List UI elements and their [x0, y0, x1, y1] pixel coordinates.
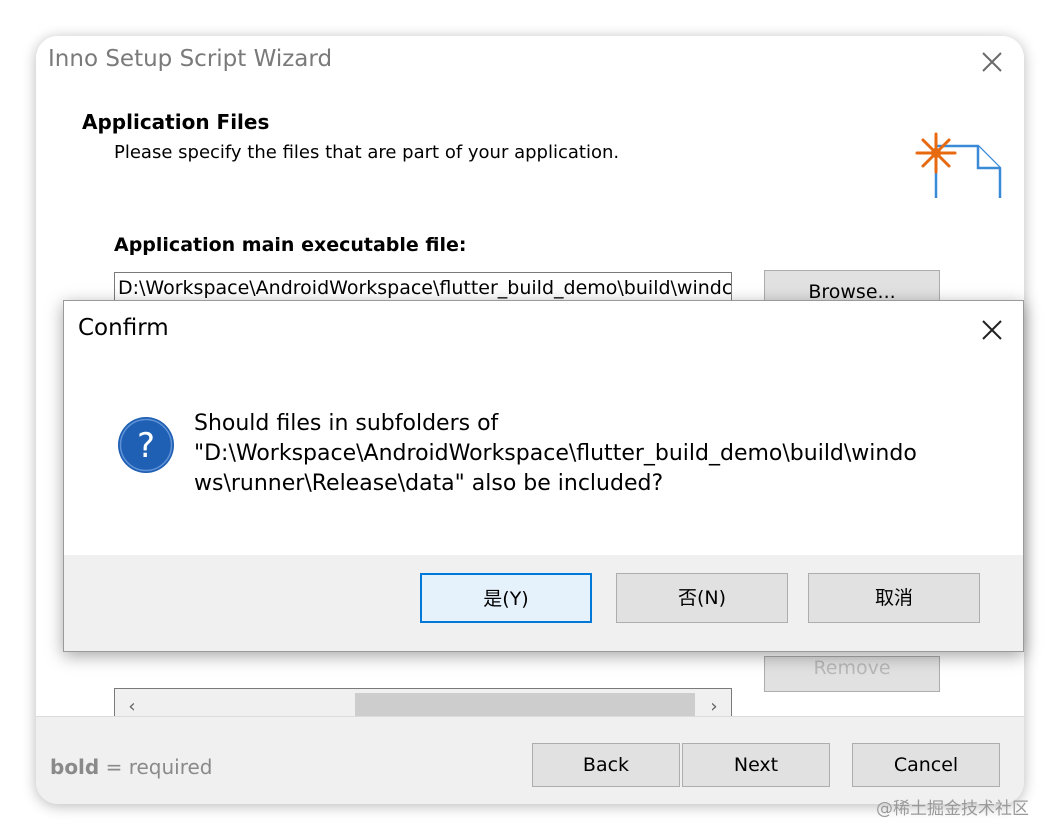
exe-label: Application main executable file:: [114, 234, 467, 256]
dialog-message: Should files in subfolders of "D:\Worksp…: [194, 409, 964, 499]
close-icon[interactable]: [976, 46, 1008, 78]
bold-word: bold: [50, 755, 100, 779]
wizard-titlebar: Inno Setup Script Wizard: [36, 36, 1024, 88]
required-note: bold = required: [50, 755, 213, 779]
dialog-title: Confirm: [78, 315, 169, 341]
back-button[interactable]: Back: [532, 743, 680, 787]
dialog-footer: 是(Y) 否(N) 取消: [64, 555, 1023, 651]
yes-button[interactable]: 是(Y): [420, 573, 592, 623]
message-line: ws\runner\Release\data" also be included…: [194, 471, 664, 496]
exe-path-input[interactable]: D:\Workspace\AndroidWorkspace\flutter_bu…: [114, 272, 732, 302]
required-text: = required: [99, 755, 213, 779]
page-subtitle: Please specify the files that are part o…: [114, 142, 620, 163]
wizard-header: Application Files Please specify the fil…: [36, 88, 1024, 232]
window-title: Inno Setup Script Wizard: [48, 46, 333, 72]
message-line: "D:\Workspace\AndroidWorkspace\flutter_b…: [194, 441, 917, 466]
no-button[interactable]: 否(N): [616, 573, 788, 623]
confirm-dialog: Confirm ? Should files in subfolders of …: [63, 300, 1024, 652]
message-line: Should files in subfolders of: [194, 411, 499, 436]
remove-button[interactable]: Remove: [764, 656, 940, 692]
next-button[interactable]: Next: [682, 743, 830, 787]
dialog-cancel-button[interactable]: 取消: [808, 573, 980, 623]
question-icon: ?: [118, 417, 174, 473]
cancel-button[interactable]: Cancel: [852, 743, 1000, 787]
page-title: Application Files: [82, 110, 270, 134]
close-icon[interactable]: [977, 315, 1007, 345]
svg-text:?: ?: [137, 426, 155, 466]
watermark: @稀土掘金技术社区: [876, 799, 1029, 819]
wizard-footer: bold = required Back Next Cancel: [36, 716, 1024, 804]
